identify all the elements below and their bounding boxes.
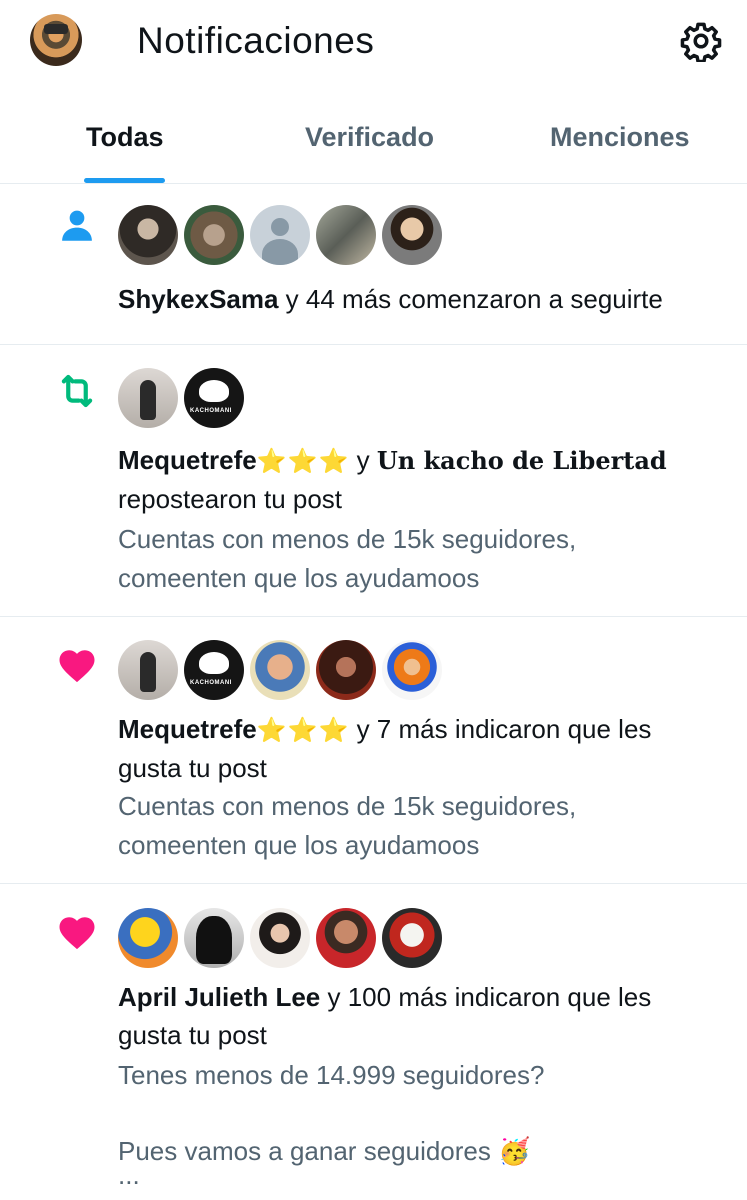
post-snippet-line: Cuentas con menos de 15k seguidores, <box>118 524 577 554</box>
tab-bar: Todas Verificado Menciones <box>0 100 747 184</box>
notification-text: ShykexSama y 44 más comenzaron a seguirt… <box>118 284 663 314</box>
post-snippet-line: comeenten que los ayudamoos <box>118 830 480 860</box>
tab-verificado[interactable]: Verificado <box>305 122 434 153</box>
avatar[interactable] <box>316 640 376 700</box>
avatar[interactable] <box>118 205 178 265</box>
second-actor-name[interactable]: Un kacho de Libertad <box>377 446 667 475</box>
notification-text: Mequetrefe⭐⭐⭐ y 7 más indicaron que les <box>118 714 652 744</box>
avatar-group <box>118 205 442 265</box>
avatar[interactable] <box>316 908 376 968</box>
notification-follow[interactable]: ShykexSama y 44 más comenzaron a seguirt… <box>0 184 747 345</box>
profile-avatar[interactable] <box>30 14 82 66</box>
actor-name[interactable]: Mequetrefe <box>118 445 257 475</box>
notification-text-line2: gusta tu post <box>118 1020 267 1050</box>
actor-name[interactable]: Mequetrefe <box>118 714 257 744</box>
avatar[interactable] <box>382 205 442 265</box>
active-tab-indicator <box>84 178 165 183</box>
post-snippet-line: Pues vamos a ganar seguidores 🥳 <box>118 1136 531 1166</box>
notification-text-line2: gusta tu post <box>118 753 267 783</box>
avatar[interactable] <box>250 908 310 968</box>
avatar[interactable] <box>382 640 442 700</box>
actor-name[interactable]: ShykexSama <box>118 284 278 314</box>
avatar[interactable] <box>184 640 244 700</box>
post-snippet-line: comeenten que los ayudamoos <box>118 563 480 593</box>
star-badges: ⭐⭐⭐ <box>256 448 350 475</box>
notification-text-line2: repostearon tu post <box>118 484 343 514</box>
avatar[interactable] <box>382 908 442 968</box>
notification-text: April Julieth Lee y 100 más indicaron qu… <box>118 982 652 1012</box>
avatar[interactable] <box>118 908 178 968</box>
avatar-group <box>118 908 442 968</box>
heart-icon <box>59 650 95 683</box>
avatar[interactable] <box>118 368 178 428</box>
tab-menciones[interactable]: Menciones <box>550 122 690 153</box>
repost-icon <box>61 374 93 408</box>
tab-todas[interactable]: Todas <box>86 122 164 153</box>
avatar[interactable] <box>184 908 244 968</box>
star-badges: ⭐⭐⭐ <box>256 717 350 744</box>
post-snippet-ellipsis: ... <box>118 1160 140 1190</box>
notification-repost[interactable]: Mequetrefe⭐⭐⭐ y Un kacho de Libertad rep… <box>0 345 747 617</box>
avatar-group <box>118 368 244 428</box>
avatar[interactable] <box>184 205 244 265</box>
heart-icon <box>59 917 95 950</box>
avatar[interactable] <box>184 368 244 428</box>
avatar[interactable] <box>250 205 310 265</box>
notification-like[interactable]: Mequetrefe⭐⭐⭐ y 7 más indicaron que les … <box>0 617 747 884</box>
avatar-group <box>118 640 442 700</box>
avatar[interactable] <box>250 640 310 700</box>
notification-text: Mequetrefe⭐⭐⭐ y Un kacho de Libertad <box>118 445 667 475</box>
person-icon <box>62 210 92 241</box>
notification-like[interactable]: April Julieth Lee y 100 más indicaron qu… <box>0 884 747 1200</box>
gear-icon[interactable] <box>680 20 722 62</box>
top-bar: Notificaciones <box>0 0 747 84</box>
post-snippet-line: Cuentas con menos de 15k seguidores, <box>118 791 577 821</box>
avatar[interactable] <box>118 640 178 700</box>
actor-name[interactable]: April Julieth Lee <box>118 982 320 1012</box>
avatar[interactable] <box>316 205 376 265</box>
page-title: Notificaciones <box>137 20 375 61</box>
post-snippet-line: Tenes menos de 14.999 seguidores? <box>118 1060 545 1090</box>
